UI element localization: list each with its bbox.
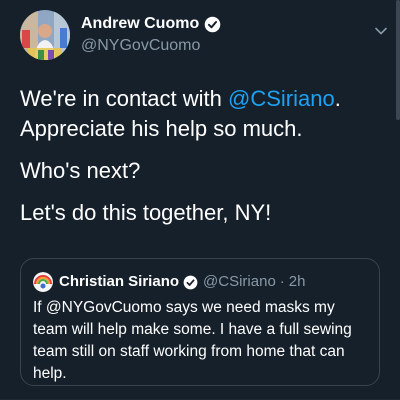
mention-link[interactable]: @CSiriano — [228, 86, 335, 111]
quoted-tweet-text: If @NYGovCuomo says we need masks my tea… — [33, 299, 352, 382]
author-avatar[interactable] — [20, 10, 70, 60]
tweet-paragraph: We're in contact with @CSiriano. Appreci… — [20, 84, 380, 144]
quoted-author-handle[interactable]: @CSiriano — [203, 272, 276, 292]
quoted-author-avatar[interactable] — [33, 272, 53, 292]
tweet-text: We're in contact with @CSiriano. Appreci… — [20, 84, 380, 240]
quoted-tweet-header: Christian Siriano @CSiriano · 2h — [33, 272, 305, 292]
tweet-text-segment: We're in contact with — [20, 86, 228, 111]
verified-badge-icon — [204, 16, 221, 32]
quoted-timestamp[interactable]: 2h — [289, 272, 306, 292]
author-handle[interactable]: @NYGovCuomo — [81, 36, 221, 56]
chevron-down-icon[interactable] — [374, 24, 388, 38]
tweet-paragraph: Who's next? — [20, 158, 141, 183]
verified-badge-icon — [183, 275, 198, 289]
quoted-tweet[interactable]: Christian Siriano @CSiriano · 2h If @NYG… — [20, 258, 380, 386]
avatar-photo-icon — [20, 10, 70, 60]
scrollbar[interactable] — [396, 0, 400, 120]
separator-dot: · — [279, 273, 285, 290]
avatar-rainbow-icon — [33, 272, 53, 292]
quoted-author-name[interactable]: Christian Siriano — [59, 272, 179, 292]
tweet-card: Andrew Cuomo @NYGovCuomo We're in contac… — [0, 0, 400, 400]
tweet-header: Andrew Cuomo @NYGovCuomo — [20, 10, 390, 70]
author-names: Andrew Cuomo @NYGovCuomo — [81, 14, 221, 56]
author-display-name[interactable]: Andrew Cuomo — [81, 14, 221, 34]
author-name-text: Andrew Cuomo — [81, 15, 200, 32]
tweet-paragraph: Let's do this together, NY! — [20, 200, 272, 225]
